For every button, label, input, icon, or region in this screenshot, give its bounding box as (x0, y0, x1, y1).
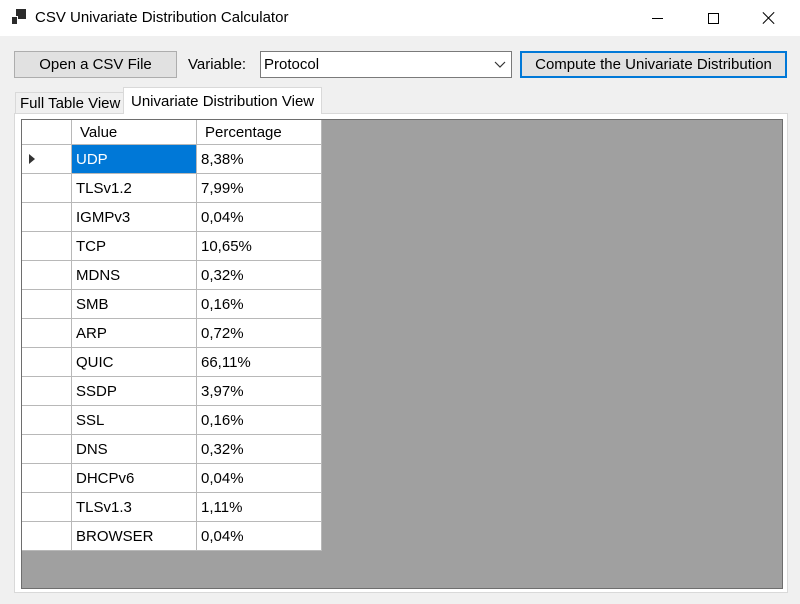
variable-select-value: Protocol (264, 56, 320, 73)
table-row[interactable]: DHCPv6 0,04% (22, 464, 322, 493)
table-row[interactable]: ARP 0,72% (22, 319, 322, 348)
row-header[interactable] (22, 464, 72, 493)
row-header[interactable] (22, 377, 72, 406)
table-row[interactable]: IGMPv3 0,04% (22, 203, 322, 232)
percentage-cell[interactable]: 0,04% (197, 464, 322, 493)
table-row[interactable]: MDNS 0,32% (22, 261, 322, 290)
table-row[interactable]: DNS 0,32% (22, 435, 322, 464)
grid-rows: UDP 8,38% TLSv1.2 7,99% IGMPv3 0,04% TCP 10,65%… (22, 145, 322, 551)
row-header[interactable] (22, 232, 72, 261)
value-cell[interactable]: DHCPv6 (72, 464, 197, 493)
percentage-cell[interactable]: 8,38% (197, 145, 322, 174)
percentage-cell[interactable]: 0,16% (197, 406, 322, 435)
table-row[interactable]: TLSv1.2 7,99% (22, 174, 322, 203)
row-header[interactable] (22, 348, 72, 377)
table-row[interactable]: SSL 0,16% (22, 406, 322, 435)
table-row[interactable]: UDP 8,38% (22, 145, 322, 174)
value-cell[interactable]: UDP (72, 145, 197, 174)
percentage-cell[interactable]: 3,97% (197, 377, 322, 406)
value-cell[interactable]: SSDP (72, 377, 197, 406)
table-row[interactable]: TCP 10,65% (22, 232, 322, 261)
row-header[interactable] (22, 493, 72, 522)
percentage-cell[interactable]: 0,04% (197, 522, 322, 551)
table-row[interactable]: QUIC 66,11% (22, 348, 322, 377)
row-header[interactable] (22, 174, 72, 203)
window-title: CSV Univariate Distribution Calculator (35, 9, 289, 26)
column-header-value[interactable]: Value (72, 120, 197, 145)
chevron-down-icon[interactable] (493, 57, 507, 71)
close-icon (763, 12, 775, 24)
minimize-button[interactable] (634, 0, 680, 36)
open-csv-button[interactable]: Open a CSV File (14, 51, 177, 78)
value-cell[interactable]: TLSv1.3 (72, 493, 197, 522)
row-header[interactable] (22, 203, 72, 232)
row-header[interactable] (22, 261, 72, 290)
distribution-grid[interactable]: Value Percentage UDP 8,38% TLSv1.2 7,99% IGM… (21, 119, 783, 589)
row-header[interactable] (22, 435, 72, 464)
close-button[interactable] (746, 0, 792, 36)
value-cell[interactable]: IGMPv3 (72, 203, 197, 232)
variable-label: Variable: (188, 56, 247, 73)
value-cell[interactable]: SMB (72, 290, 197, 319)
percentage-cell[interactable]: 0,16% (197, 290, 322, 319)
row-header[interactable] (22, 522, 72, 551)
grid-corner-header[interactable] (22, 120, 72, 145)
value-cell[interactable]: TCP (72, 232, 197, 261)
variable-select[interactable]: Protocol (260, 51, 512, 78)
table-row[interactable]: BROWSER 0,04% (22, 522, 322, 551)
percentage-cell[interactable]: 0,32% (197, 435, 322, 464)
percentage-cell[interactable]: 66,11% (197, 348, 322, 377)
value-cell[interactable]: BROWSER (72, 522, 197, 551)
value-cell[interactable]: SSL (72, 406, 197, 435)
table-row[interactable]: SSDP 3,97% (22, 377, 322, 406)
column-header-percentage[interactable]: Percentage (197, 120, 322, 145)
percentage-cell[interactable]: 1,11% (197, 493, 322, 522)
minimize-icon (651, 17, 663, 19)
tab-full-table-view[interactable]: Full Table View (15, 92, 126, 113)
tab-univariate-distribution-view[interactable]: Univariate Distribution View (123, 87, 323, 114)
table-row[interactable]: SMB 0,16% (22, 290, 322, 319)
row-header[interactable] (22, 319, 72, 348)
percentage-cell[interactable]: 10,65% (197, 232, 322, 261)
percentage-cell[interactable]: 7,99% (197, 174, 322, 203)
maximize-icon (707, 12, 719, 24)
value-cell[interactable]: ARP (72, 319, 197, 348)
app-window-icon (11, 9, 28, 26)
row-pointer-icon (29, 154, 35, 164)
maximize-button[interactable] (690, 0, 736, 36)
compute-distribution-button[interactable]: Compute the Univariate Distribution (520, 51, 787, 78)
grid-header-row: Value Percentage (22, 120, 322, 145)
percentage-cell[interactable]: 0,04% (197, 203, 322, 232)
row-header[interactable] (22, 145, 72, 174)
value-cell[interactable]: TLSv1.2 (72, 174, 197, 203)
title-bar: CSV Univariate Distribution Calculator (0, 0, 800, 36)
client-area: Open a CSV File Variable: Protocol Compu… (0, 36, 800, 604)
percentage-cell[interactable]: 0,72% (197, 319, 322, 348)
value-cell[interactable]: DNS (72, 435, 197, 464)
tab-page-univariate: Value Percentage UDP 8,38% TLSv1.2 7,99% IGM… (14, 113, 788, 593)
value-cell[interactable]: QUIC (72, 348, 197, 377)
percentage-cell[interactable]: 0,32% (197, 261, 322, 290)
row-header[interactable] (22, 406, 72, 435)
row-header[interactable] (22, 290, 72, 319)
value-cell[interactable]: MDNS (72, 261, 197, 290)
table-row[interactable]: TLSv1.3 1,11% (22, 493, 322, 522)
